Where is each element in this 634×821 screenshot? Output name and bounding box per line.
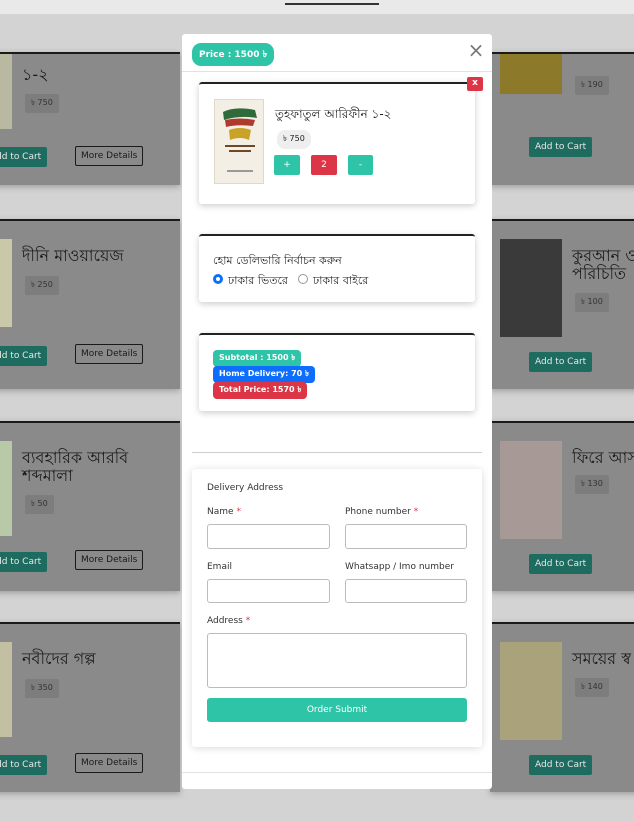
increase-quantity-button[interactable]: + bbox=[274, 155, 300, 175]
top-nav-bar bbox=[0, 0, 634, 14]
book-cover-image bbox=[214, 99, 264, 184]
product-title: ১-২ bbox=[22, 65, 49, 84]
product-card: সময়ের স্ব ৳ 140 Add to Cart bbox=[490, 622, 634, 792]
add-to-cart-button[interactable]: dd to Cart bbox=[0, 552, 48, 572]
add-to-cart-button[interactable]: Add to Cart bbox=[529, 352, 593, 372]
decrease-quantity-button[interactable]: - bbox=[348, 155, 373, 175]
required-mark: * bbox=[236, 507, 241, 517]
modal-header: Price : 1500 ৳ × bbox=[182, 34, 492, 72]
radio-outside-dhaka[interactable] bbox=[298, 274, 308, 284]
product-price: ৳ 190 bbox=[575, 76, 609, 95]
price-badge: Price : 1500 ৳ bbox=[192, 43, 275, 66]
product-card: নবীদের গল্প ৳ 350 dd to Cart More Detail… bbox=[0, 622, 180, 792]
address-label: Address * bbox=[207, 616, 250, 626]
radio-inside-dhaka[interactable] bbox=[213, 274, 223, 284]
book-cover-image bbox=[500, 441, 562, 539]
product-price: ৳ 100 bbox=[575, 293, 609, 312]
book-cover-image bbox=[0, 441, 12, 536]
name-label: Name * bbox=[207, 507, 241, 517]
book-cover-image bbox=[0, 239, 12, 327]
product-title: দীনি মাওয়ায়েজ bbox=[22, 246, 124, 265]
delivery-address-form: Delivery Address Name * Phone number * E… bbox=[192, 469, 482, 747]
product-card: দীনি মাওয়ায়েজ ৳ 250 dd to Cart More De… bbox=[0, 219, 180, 389]
radio-inside-dhaka-label[interactable]: ঢাকার ভিতরে bbox=[228, 272, 288, 291]
product-title: সময়ের স্ব bbox=[572, 649, 631, 668]
product-card: ১-২ ৳ 750 dd to Cart More Details bbox=[0, 52, 180, 185]
whatsapp-label: Whatsapp / Imo number bbox=[345, 562, 454, 572]
subtotal-badge: Subtotal : 1500 ৳ bbox=[213, 350, 302, 367]
product-card: ফিরে আস ৳ 130 Add to Cart bbox=[490, 421, 634, 591]
product-price: ৳ 130 bbox=[575, 475, 609, 494]
book-cover-image bbox=[0, 54, 12, 129]
cart-item-card: x তুহফাতুল আরিফীন ১-২ ৳ 750 + 2 - bbox=[199, 77, 483, 204]
required-mark: * bbox=[245, 616, 251, 626]
quantity-display: 2 bbox=[311, 155, 337, 175]
add-to-cart-button[interactable]: Add to Cart bbox=[529, 755, 593, 775]
more-details-button[interactable]: More Details bbox=[75, 344, 144, 364]
add-to-cart-button[interactable]: Add to Cart bbox=[529, 554, 593, 574]
email-field[interactable] bbox=[207, 579, 330, 603]
phone-label-text: Phone number bbox=[345, 507, 411, 517]
add-to-cart-button[interactable]: dd to Cart bbox=[0, 346, 48, 366]
more-details-button[interactable]: More Details bbox=[75, 550, 144, 570]
price-summary-card: Subtotal : 1500 ৳ Home Delivery: 70 ৳ To… bbox=[199, 333, 475, 411]
product-title: ফিরে আস bbox=[572, 448, 634, 467]
product-price: ৳ 140 bbox=[575, 678, 609, 697]
address-label-text: Address bbox=[207, 616, 243, 626]
product-title: কুরআন ও পরিচিতি bbox=[572, 246, 634, 283]
product-title: নবীদের গল্প bbox=[22, 649, 96, 668]
cart-item-title: তুহফাতুল আরিফীন ১-২ bbox=[275, 107, 392, 121]
product-price: ৳ 250 bbox=[25, 276, 59, 295]
modal-footer-divider bbox=[182, 772, 492, 773]
book-cover-art bbox=[215, 100, 263, 183]
close-icon[interactable]: × bbox=[467, 40, 485, 60]
cart-item-price: ৳ 750 bbox=[277, 130, 311, 149]
phone-label: Phone number * bbox=[345, 507, 418, 517]
product-price: ৳ 50 bbox=[25, 495, 54, 514]
book-cover-image bbox=[0, 642, 12, 737]
total-price-badge: Total Price: 1570 ৳ bbox=[213, 382, 308, 399]
delivery-option-card: হোম ডেলিভারি নির্বাচন করুন ঢাকার ভিতরে ঢ… bbox=[199, 234, 475, 302]
product-card: কুরআন ও পরিচিতি ৳ 100 Add to Cart bbox=[490, 219, 634, 389]
more-details-button[interactable]: More Details bbox=[75, 753, 144, 773]
add-to-cart-button[interactable]: dd to Cart bbox=[0, 147, 48, 167]
name-label-text: Name bbox=[207, 507, 234, 517]
form-heading: Delivery Address bbox=[207, 483, 284, 493]
home-delivery-badge: Home Delivery: 70 ৳ bbox=[213, 366, 315, 383]
phone-field[interactable] bbox=[345, 524, 467, 549]
cart-modal: Price : 1500 ৳ × x তুহফাতুল আরিফীন ১-২ ৳… bbox=[182, 34, 492, 789]
more-details-button[interactable]: More Details bbox=[75, 146, 144, 166]
book-cover-image bbox=[500, 642, 562, 740]
order-submit-button[interactable]: Order Submit bbox=[207, 698, 467, 722]
remove-item-button[interactable]: x bbox=[467, 77, 483, 91]
add-to-cart-button[interactable]: dd to Cart bbox=[0, 755, 48, 775]
required-mark: * bbox=[413, 507, 419, 517]
add-to-cart-button[interactable]: Add to Cart bbox=[529, 137, 593, 157]
product-card: ব্যবহারিক আরবি শব্দমালা ৳ 50 dd to Cart … bbox=[0, 421, 180, 591]
whatsapp-field[interactable] bbox=[345, 579, 467, 603]
book-cover-image bbox=[500, 54, 562, 94]
book-cover-image bbox=[500, 239, 562, 337]
email-label: Email bbox=[207, 562, 232, 572]
name-field[interactable] bbox=[207, 524, 330, 549]
address-field[interactable] bbox=[207, 633, 467, 688]
product-card: ৳ 190 Add to Cart bbox=[490, 52, 634, 185]
product-price: ৳ 750 bbox=[25, 94, 59, 113]
product-title: ব্যবহারিক আরবি শব্দমালা bbox=[22, 448, 129, 485]
delivery-option-title: হোম ডেলিভারি নির্বাচন করুন bbox=[213, 254, 342, 267]
section-divider bbox=[192, 452, 482, 453]
active-nav-underline bbox=[285, 3, 379, 5]
product-price: ৳ 350 bbox=[25, 679, 59, 698]
radio-outside-dhaka-label[interactable]: ঢাকার বাইরে bbox=[313, 272, 368, 291]
